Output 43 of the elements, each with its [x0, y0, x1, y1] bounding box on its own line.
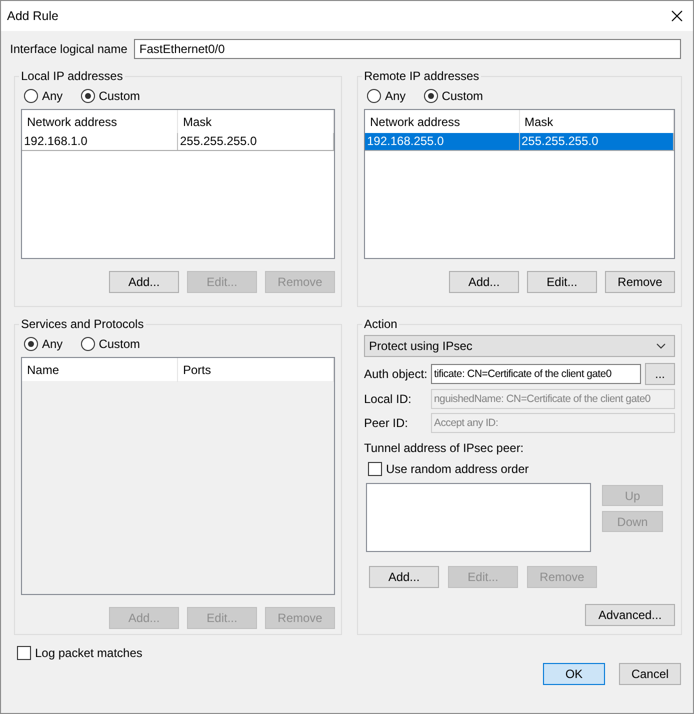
radio-button[interactable]: Any — [24, 89, 63, 103]
list-row[interactable]: 192.168.255.0 255.255.255.0 — [365, 133, 674, 151]
group-title: Remote IP addresses — [363, 69, 480, 83]
list-row[interactable]: 192.168.1.0 255.255.255.0 — [22, 133, 334, 151]
section-label: Tunnel address of IPsec peer: — [364, 441, 525, 455]
list-cell: 192.168.255.0 — [365, 133, 520, 150]
address-list[interactable] — [366, 483, 591, 552]
list-button[interactable]: Add... — [109, 271, 179, 293]
dialog-button[interactable]: OK — [543, 663, 605, 685]
list-button[interactable]: Remove — [605, 271, 675, 293]
browse-button[interactable]: ... — [645, 363, 675, 385]
list-cell: 255.255.255.0 — [178, 133, 334, 150]
address-list[interactable]: Network address Mask 192.168.1.0 255.255.255.0 — [21, 109, 335, 259]
list-button[interactable]: Add... — [449, 271, 519, 293]
checkbox[interactable]: Log packet matches — [17, 646, 681, 660]
list-button[interactable]: Add... — [369, 566, 439, 588]
address-list[interactable]: Network address Mask 192.168.255.0 255.255.255.0 — [364, 109, 675, 259]
field-label: Peer ID: — [364, 416, 410, 430]
column-header[interactable]: Network address — [22, 110, 178, 134]
radio-button[interactable]: Custom — [80, 89, 140, 103]
group-title: Local IP addresses — [20, 69, 124, 83]
group-title: Services and Protocols — [20, 317, 145, 331]
list-button[interactable]: Edit... — [527, 271, 597, 293]
group-title: Action — [363, 317, 398, 331]
chevron-down-icon — [656, 343, 666, 349]
close-icon[interactable] — [671, 10, 683, 22]
field-label: Auth object: — [364, 367, 428, 381]
checkbox[interactable]: Use random address order — [368, 462, 675, 476]
advanced-button[interactable]: Advanced... — [585, 604, 675, 626]
radio-button[interactable]: Any — [24, 337, 63, 351]
column-header[interactable]: Mask — [178, 110, 334, 134]
radio-button[interactable]: Any — [367, 89, 406, 103]
input-field[interactable]: FastEthernet0/0 — [134, 39, 681, 59]
action-dropdown[interactable]: Protect using IPsec — [364, 335, 675, 357]
radio-button[interactable]: Custom — [80, 337, 140, 351]
dialog-button[interactable]: Cancel — [619, 663, 681, 685]
list-cell: 255.255.255.0 — [520, 133, 674, 150]
input-field[interactable]: tificate: CN=Certificate of the client gate0 — [431, 364, 641, 384]
list-cell: 192.168.1.0 — [22, 133, 178, 150]
field-label: Interface logical name — [10, 42, 128, 56]
window-title: Add Rule — [7, 9, 58, 23]
field-label: Local ID: — [364, 392, 412, 406]
radio-button[interactable]: Custom — [424, 89, 484, 103]
